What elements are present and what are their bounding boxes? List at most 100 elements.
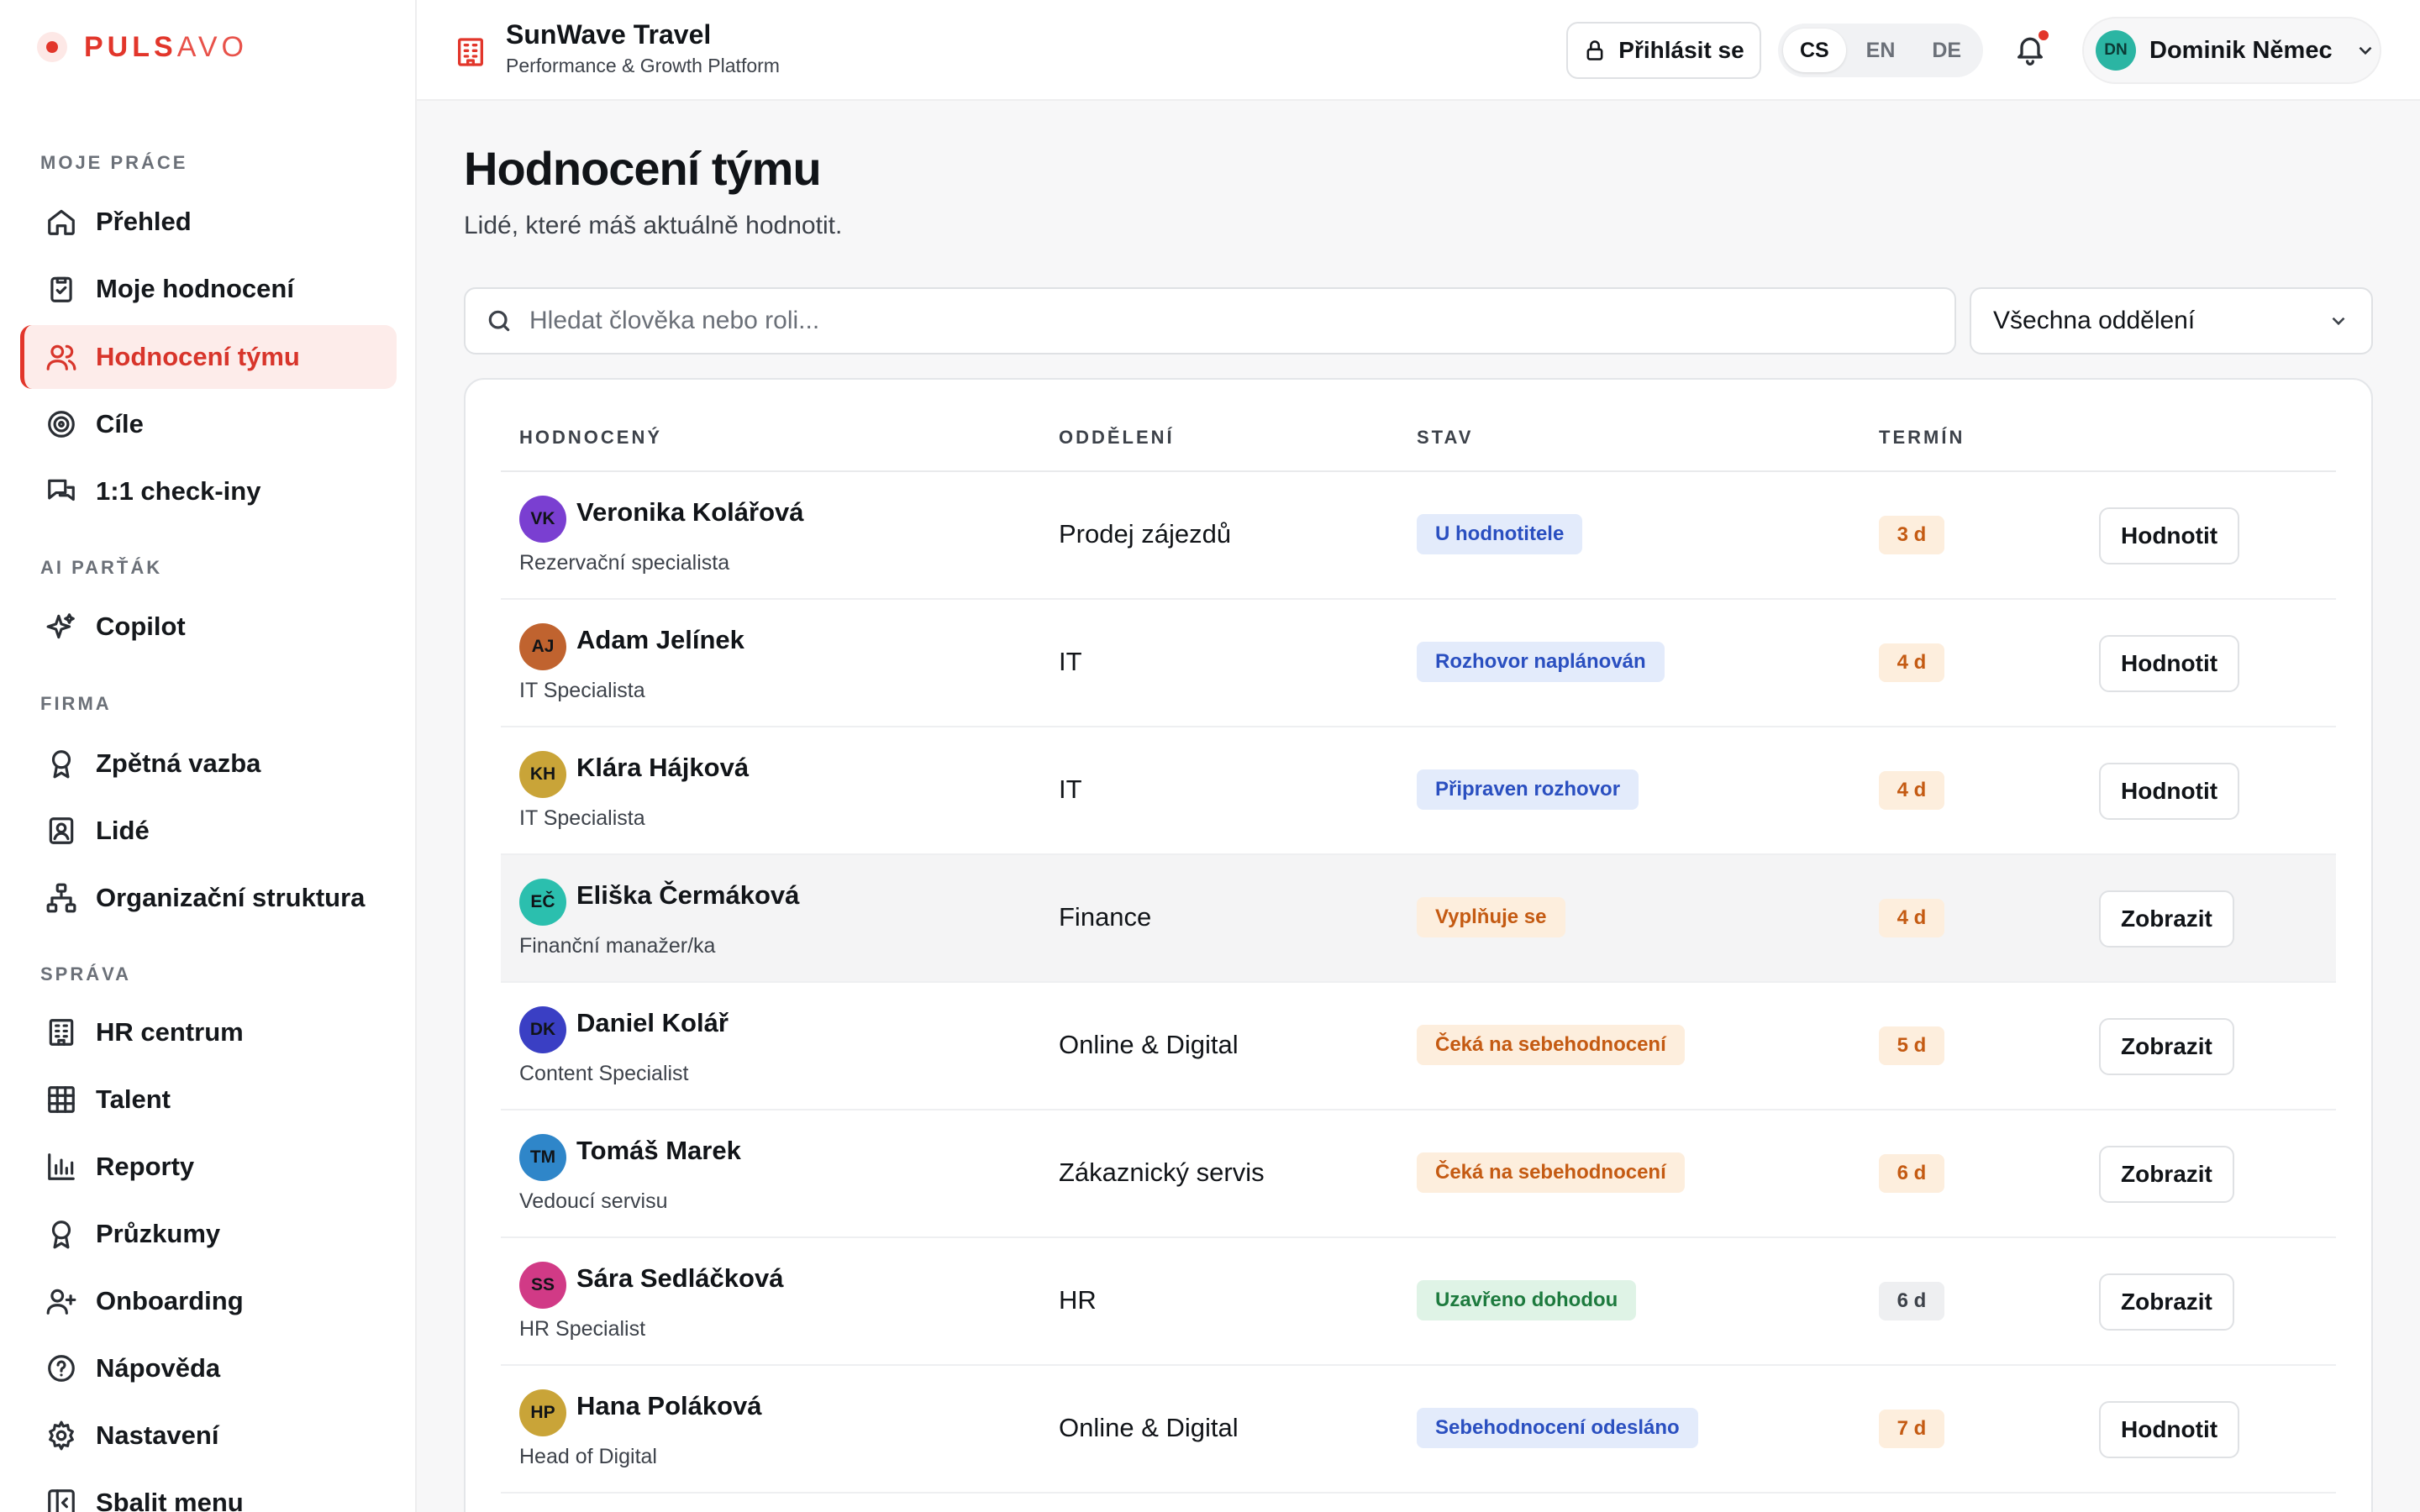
chat-bubbles-icon <box>48 479 75 501</box>
sidebar-item-label: Nastavení <box>96 1420 219 1450</box>
sidebar-item-label: Přehled <box>96 207 192 236</box>
reviewee-name[interactable]: Hana Poláková <box>576 1391 762 1421</box>
sidebar-item-hr-centrum[interactable]: HR centrum <box>20 1000 397 1064</box>
table-row[interactable]: TM Tomáš Marek Vedoucí servisu Zákaznický s… <box>501 1110 2336 1238</box>
status-badge: Čeká na sebehodnocení <box>1417 1025 1685 1065</box>
grid-icon <box>48 1086 75 1113</box>
reviewee-name[interactable]: Daniel Kolář <box>576 1008 729 1038</box>
notifications-button[interactable] <box>2013 29 2050 69</box>
department: IT <box>1059 774 1082 804</box>
department: IT <box>1059 647 1082 676</box>
sidebar-item-sbalit-menu[interactable]: Sbalit menu <box>20 1471 397 1512</box>
reviewee-name[interactable]: Sára Sedláčková <box>576 1263 783 1294</box>
reviewee-role: Rezervační specialista <box>519 551 730 575</box>
evaluate-button[interactable]: Hodnotit <box>2099 507 2240 564</box>
topbar: SunWave Travel Performance & Growth Plat… <box>417 0 2420 101</box>
sidebar-item-talent[interactable]: Talent <box>20 1068 397 1131</box>
evaluate-button[interactable]: Hodnotit <box>2099 635 2240 692</box>
column-header-stav[interactable]: STAV <box>1417 427 1473 449</box>
reviewee-role: IT Specialista <box>519 806 645 830</box>
section-sprava: SPRÁVA <box>40 963 132 984</box>
column-header-oddeleni[interactable]: ODDĚLENÍ <box>1059 427 1175 449</box>
department: Online & Digital <box>1059 1413 1239 1442</box>
award-icon <box>51 1221 71 1249</box>
table-row[interactable]: DK Daniel Kolář Content Specialist Online &… <box>501 983 2336 1110</box>
view-button[interactable]: Zobrazit <box>2099 1146 2234 1203</box>
sidebar-item-label: Cíle <box>96 409 144 438</box>
avatar: AJ <box>519 623 566 670</box>
department-select-value: Všechna oddělení <box>1993 307 2196 334</box>
sidebar-item-organizacni-struktura[interactable]: Organizační struktura <box>20 866 397 930</box>
column-header-hodnoceny[interactable]: HODNOCENÝ <box>519 427 662 449</box>
reviewee-name[interactable]: Tomáš Marek <box>576 1136 741 1166</box>
sidebar-item-prehled[interactable]: Přehled <box>20 190 397 254</box>
due-badge: 7 d <box>1879 1410 1944 1448</box>
table-row[interactable]: SS Sára Sedláčková HR Specialist HR Uzavřeno… <box>501 1238 2336 1366</box>
sidebar-item-reporty[interactable]: Reporty <box>20 1135 397 1199</box>
column-header-termin[interactable]: TERMÍN <box>1879 427 1965 449</box>
org-chart-icon <box>46 883 76 913</box>
view-button[interactable]: Zobrazit <box>2099 1273 2234 1331</box>
sidebar-item-nastaveni[interactable]: Nastavení <box>20 1404 397 1467</box>
section-moje-prace: MOJE PRÁCE <box>40 152 188 173</box>
sidebar-item-cile[interactable]: Cíle <box>20 392 397 456</box>
language-cs[interactable]: CS <box>1783 29 1846 72</box>
view-button[interactable]: Zobrazit <box>2099 890 2234 948</box>
sidebar-item-label: 1:1 check-iny <box>96 476 261 506</box>
contact-card-icon <box>49 817 74 844</box>
sidebar-item-label: Organizační struktura <box>96 883 366 912</box>
reviewee-name[interactable]: Eliška Čermáková <box>576 880 799 911</box>
clipboard-check-icon <box>50 276 72 302</box>
sidebar-item-label: Zpětná vazba <box>96 748 261 778</box>
status-badge: Sebehodnocení odesláno <box>1417 1408 1698 1448</box>
sidebar-item-hodnoceni-tymu[interactable]: Hodnocení týmu <box>20 325 397 389</box>
reviewee-name[interactable]: Klára Hájková <box>576 753 749 783</box>
logo[interactable]: PULSAVO <box>37 29 248 66</box>
building-icon <box>458 38 483 66</box>
table-row[interactable]: EČ Eliška Čermáková Finanční manažer/ka Fin… <box>501 855 2336 983</box>
language-de[interactable]: DE <box>1915 29 1978 72</box>
lock-icon <box>1586 40 1603 60</box>
table-row[interactable]: VK Veronika Kolářová Rezervační specialist… <box>501 472 2336 600</box>
logo-dot-icon <box>37 32 67 62</box>
table-row[interactable]: KH Klára Hájková IT Specialista IT Připraven… <box>501 727 2336 855</box>
language-en[interactable]: EN <box>1849 29 1912 72</box>
table-row[interactable]: AJ Adam Jelínek IT Specialista IT Rozhovor n… <box>501 600 2336 727</box>
sidebar-item-copilot[interactable]: Copilot <box>20 595 397 659</box>
sidebar-item-label: Nápověda <box>96 1353 221 1383</box>
avatar: HP <box>519 1389 566 1436</box>
department: Zákaznický servis <box>1059 1158 1265 1187</box>
reviewee-role: Finanční manažer/ka <box>519 934 716 958</box>
sidebar-item-onboarding[interactable]: Onboarding <box>20 1269 397 1333</box>
avatar: EČ <box>519 879 566 926</box>
reviewee-name[interactable]: Adam Jelínek <box>576 625 744 655</box>
table-row[interactable]: HP Hana Poláková Head of Digital Online & D… <box>501 1366 2336 1494</box>
view-button[interactable]: Zobrazit <box>2099 1018 2234 1075</box>
evaluate-button[interactable]: Hodnotit <box>2099 1401 2240 1458</box>
sidebar-item-lide[interactable]: Lidé <box>20 799 397 863</box>
sidebar-item-label: Sbalit menu <box>96 1488 244 1512</box>
evaluate-button[interactable]: Hodnotit <box>2099 763 2240 820</box>
sidebar-item-zpetna-vazba[interactable]: Zpětná vazba <box>20 732 397 795</box>
status-badge: Čeká na sebehodnocení <box>1417 1152 1685 1193</box>
users-icon <box>46 344 76 370</box>
sidebar-item-label: Talent <box>96 1084 171 1114</box>
section-firma: FIRMA <box>40 693 112 714</box>
login-button[interactable]: Přihlásit se <box>1566 22 1761 79</box>
due-badge: 4 d <box>1879 899 1944 937</box>
building-icon <box>49 1019 74 1046</box>
sidebar-item-napoveda[interactable]: Nápověda <box>20 1336 397 1400</box>
sidebar-item-pruzkumy[interactable]: Průzkumy <box>20 1202 397 1266</box>
sidebar-item-label: HR centrum <box>96 1017 244 1047</box>
reviewee-name[interactable]: Veronika Kolářová <box>576 497 804 528</box>
avatar: KH <box>519 751 566 798</box>
sidebar-item-checkiny[interactable]: 1:1 check-iny <box>20 459 397 523</box>
sidebar-item-moje-hodnoceni[interactable]: Moje hodnocení <box>20 257 397 321</box>
section-ai-partak: AI PARŤÁK <box>40 557 163 578</box>
user-menu[interactable]: DN Dominik Němec <box>2082 17 2381 84</box>
sidebar-item-label: Hodnocení týmu <box>96 342 300 371</box>
department-select[interactable]: Všechna oddělení <box>1970 287 2373 354</box>
search-input[interactable] <box>529 307 1874 335</box>
department: Finance <box>1059 902 1152 932</box>
department: HR <box>1059 1285 1097 1315</box>
